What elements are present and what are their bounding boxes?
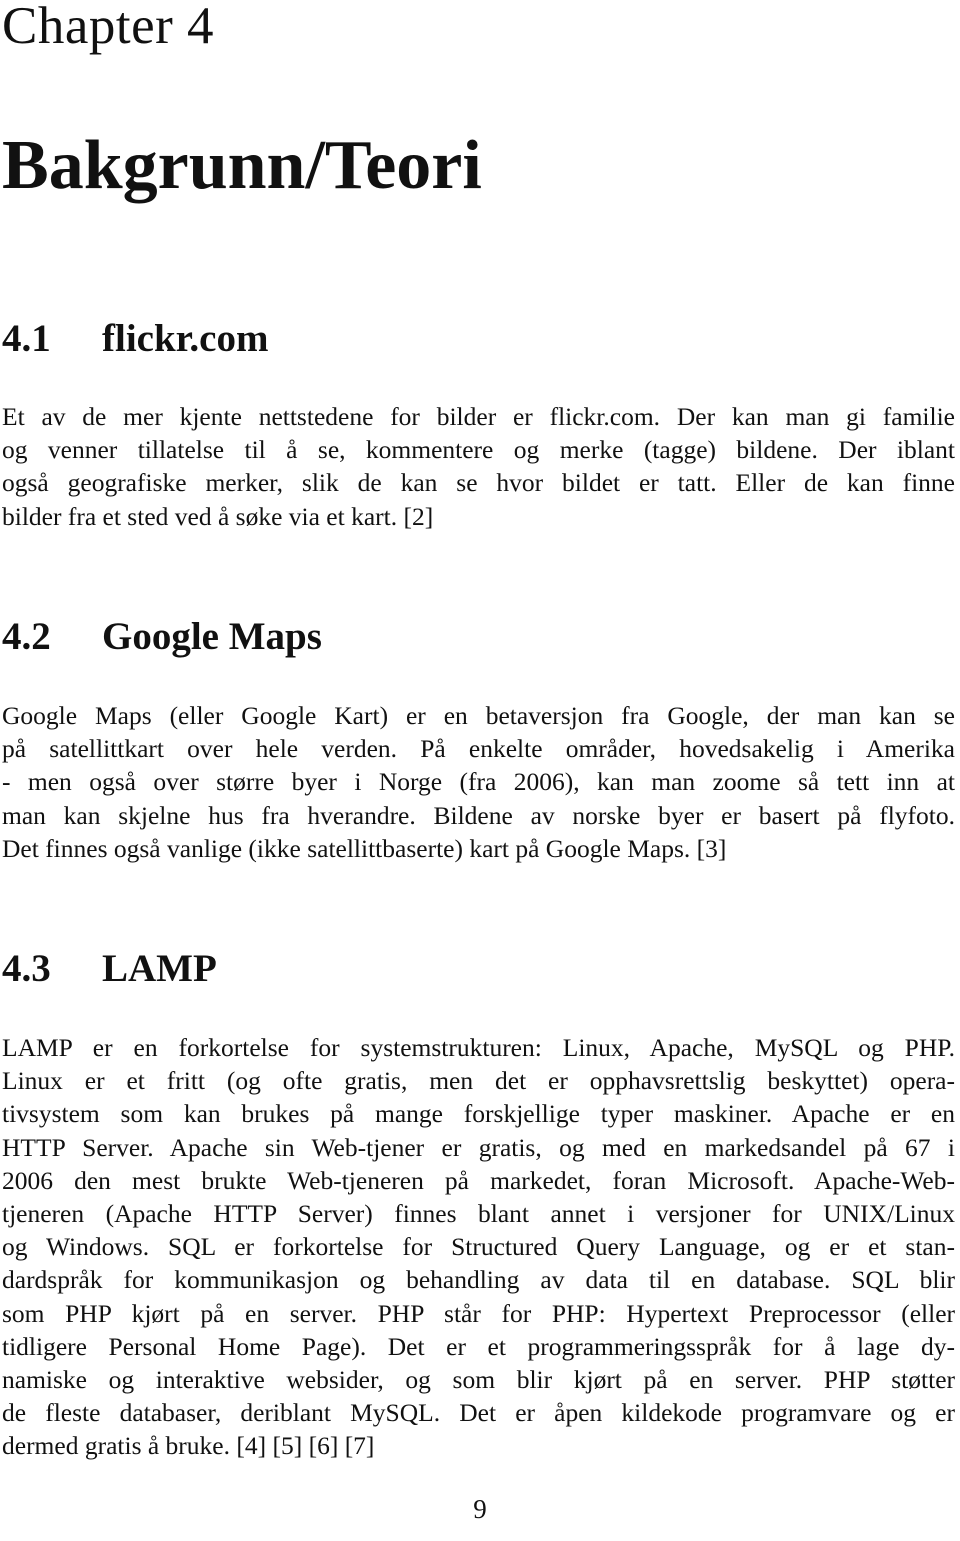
text-line: namiske og interaktive websider, og som … bbox=[2, 1365, 955, 1395]
text-line: Google Maps (eller Google Kart) er en be… bbox=[2, 701, 955, 730]
page-number: 9 bbox=[473, 1494, 487, 1524]
text-line: Linux er et fritt (og ofte gratis, men d… bbox=[2, 1066, 955, 1096]
text-line: Det finnes også vanlige (ikke satellittb… bbox=[2, 833, 727, 863]
text-line: tjeneren (Apache HTTP Server) finnes bla… bbox=[2, 1199, 955, 1229]
section-title: Google Maps bbox=[102, 615, 322, 658]
section-title: flickr.com bbox=[102, 317, 269, 360]
text-line: bilder fra et sted ved å søke via et kar… bbox=[2, 501, 434, 531]
text-line: tidligere Personal Home Page). Det er et… bbox=[2, 1331, 955, 1361]
text-line: HTTP Server. Apache sin Web-tjener er gr… bbox=[2, 1132, 955, 1162]
section-number: 4.2 bbox=[2, 615, 51, 658]
text-line: de fleste databaser, deriblant MySQL. De… bbox=[2, 1398, 955, 1428]
text-line: også geografiske merker, slik de kan se … bbox=[2, 468, 955, 498]
section-number: 4.3 bbox=[2, 947, 51, 990]
section-number: 4.1 bbox=[2, 317, 51, 360]
section-title: LAMP bbox=[102, 947, 217, 990]
text-line: man kan skjelne hus fra hverandre. Bilde… bbox=[2, 800, 955, 830]
text-line: 2006 den mest brukte Web-tjeneren på mar… bbox=[2, 1165, 955, 1195]
section-heading-lamp: 4.3 LAMP bbox=[2, 946, 217, 992]
paragraph-lamp: LAMP er en forkortelse for systemstruktu… bbox=[2, 1031, 955, 1463]
paragraph-google-maps: Google Maps (eller Google Kart) er en be… bbox=[2, 699, 955, 865]
chapter-label: Chapter 4 bbox=[2, 0, 215, 55]
text-line: som PHP kjørt på en server. PHP står for… bbox=[2, 1298, 955, 1328]
section-heading-google-maps: 4.2 Google Maps bbox=[2, 614, 322, 660]
section-heading-flickr: 4.1 flickr.com bbox=[2, 316, 268, 362]
text-line: - men også over større byer i Norge (fra… bbox=[2, 767, 955, 797]
text-line: og venner tillatelse til å se, kommenter… bbox=[2, 435, 955, 465]
paragraph-flickr: Et av de mer kjente nettstedene for bild… bbox=[2, 400, 955, 533]
text-line: dardspråk for kommunikasjon og behandlin… bbox=[2, 1265, 955, 1295]
text-line: Et av de mer kjente nettstedene for bild… bbox=[2, 402, 955, 431]
text-line: LAMP er en forkortelse for systemstruktu… bbox=[2, 1033, 955, 1062]
text-line: dermed gratis å bruke. [4] [5] [6] [7] bbox=[2, 1431, 375, 1461]
text-line: på satellittkart over hele verden. På en… bbox=[2, 734, 955, 764]
chapter-title: Bakgrunn/Teori bbox=[2, 127, 482, 204]
text-line: tivsystem som kan brukes på mange forskj… bbox=[2, 1099, 955, 1129]
text-line: og Windows. SQL er forkortelse for Struc… bbox=[2, 1232, 955, 1262]
